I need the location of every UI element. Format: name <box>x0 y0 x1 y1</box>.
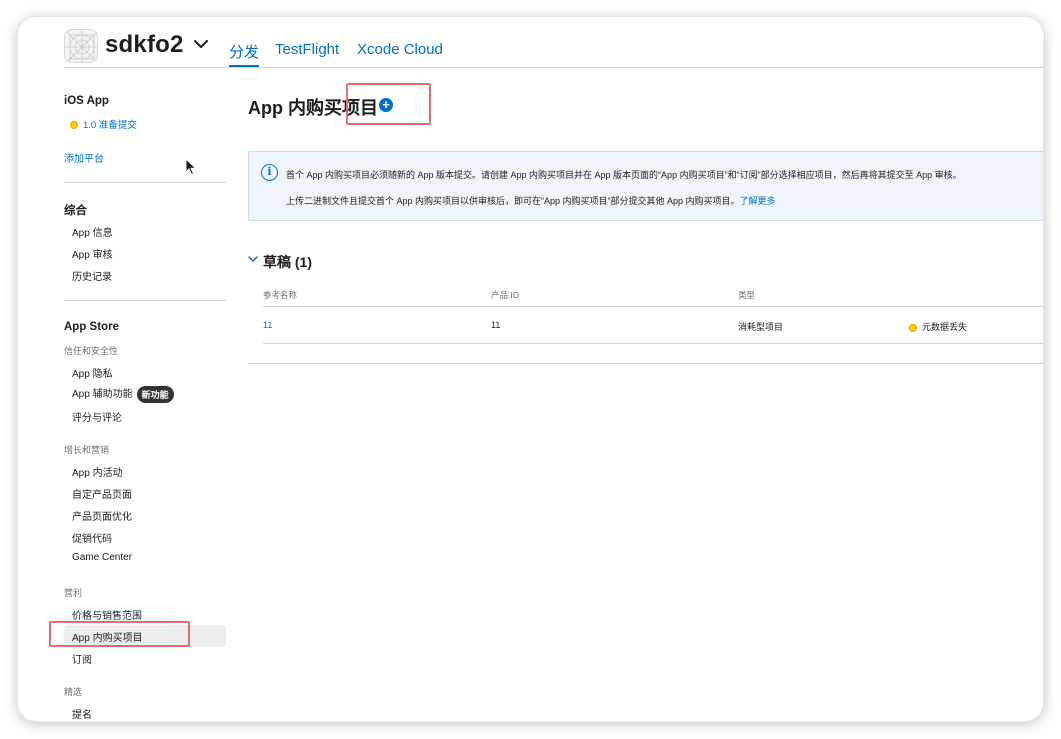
sidebar-section-app-store: App Store <box>64 321 119 333</box>
table-header-divider <box>263 306 1043 307</box>
info-banner: i 首个 App 内购买项目必须随新的 App 版本提交。请创建 App 内购买… <box>248 151 1043 221</box>
chevron-down-icon[interactable] <box>194 39 208 49</box>
sidebar-item-label: App 辅助功能 <box>72 389 133 400</box>
sidebar-group-growth: 增长和营销 <box>64 445 110 455</box>
add-platform-link[interactable]: 添加平台 <box>64 150 104 165</box>
row-reference-name-link[interactable]: 11 <box>263 320 272 330</box>
sidebar-item-app-info[interactable]: App 信息 <box>72 224 113 239</box>
sidebar-group-trust: 信任和安全性 <box>64 346 119 356</box>
sidebar-item-app-privacy[interactable]: App 隐私 <box>72 365 113 380</box>
header-divider <box>64 67 1043 68</box>
sidebar-section-general: 综合 <box>64 205 87 217</box>
row-product-id: 11 <box>491 320 501 330</box>
table-row-divider <box>263 343 1043 344</box>
sidebar-item-ratings-reviews[interactable]: 评分与评论 <box>72 409 122 424</box>
sidebar-item-promo-codes[interactable]: 促销代码 <box>72 530 112 545</box>
sidebar-item-history[interactable]: 历史记录 <box>72 268 112 283</box>
new-feature-badge: 新功能 <box>136 385 174 403</box>
drafts-section-title[interactable]: 草稿 (1) <box>263 252 312 272</box>
app-window: sdkfo2 分发 TestFlight Xcode Cloud iOS App… <box>18 17 1043 721</box>
sidebar-item-accessibility[interactable]: App 辅助功能 新功能 <box>72 385 174 403</box>
sidebar-group-featured: 精选 <box>64 687 83 697</box>
info-icon: i <box>261 164 278 181</box>
sidebar-item-app-review[interactable]: App 审核 <box>72 246 113 261</box>
sidebar-item-nominations[interactable]: 提名 <box>72 706 92 721</box>
chevron-down-icon[interactable] <box>248 255 258 263</box>
sidebar-group-monetization: 营利 <box>64 588 83 598</box>
sidebar-item-in-app-events[interactable]: App 内活动 <box>72 464 123 479</box>
info-text: 上传二进制文件且提交首个 App 内购买项目以供审核后，即可在“App 内购买项… <box>286 196 740 206</box>
sidebar-item-product-page-optimization[interactable]: 产品页面优化 <box>72 508 132 523</box>
sidebar-divider <box>64 182 226 183</box>
version-status-label: 1.0 准备提交 <box>83 120 137 131</box>
learn-more-link[interactable]: 了解更多 <box>740 196 776 206</box>
annotation-highlight-add-button <box>346 83 431 125</box>
status-warning-icon <box>70 121 78 130</box>
tab-testflight[interactable]: TestFlight <box>275 41 339 58</box>
row-type: 消耗型项目 <box>738 322 784 332</box>
mouse-cursor-icon <box>185 158 197 176</box>
app-icon[interactable] <box>64 29 98 63</box>
info-text-line-1: 首个 App 内购买项目必须随新的 App 版本提交。请创建 App 内购买项目… <box>286 170 962 180</box>
sidebar-version-status[interactable]: 1.0 准备提交 <box>70 117 137 131</box>
status-warning-icon <box>909 323 917 332</box>
app-name[interactable]: sdkfo2 <box>105 31 184 59</box>
info-text-line-2: 上传二进制文件且提交首个 App 内购买项目以供审核后，即可在“App 内购买项… <box>286 194 776 207</box>
sidebar-item-custom-product-pages[interactable]: 自定产品页面 <box>72 486 132 501</box>
column-header-reference-name: 参考名称 <box>263 290 298 300</box>
sidebar-item-pricing[interactable]: 价格与销售范围 <box>72 607 142 622</box>
tab-distribution[interactable]: 分发 <box>229 41 259 62</box>
column-header-product-id: 产品 ID <box>491 290 519 300</box>
sidebar-divider <box>64 300 226 301</box>
tab-xcode-cloud[interactable]: Xcode Cloud <box>357 41 443 58</box>
sidebar-item-subscriptions[interactable]: 订阅 <box>72 651 92 666</box>
row-status: 元数据丢失 <box>909 320 967 333</box>
sidebar-platform-title: iOS App <box>64 95 109 107</box>
annotation-highlight-sidebar-item <box>49 621 190 647</box>
column-header-type: 类型 <box>738 290 756 300</box>
row-status-label: 元数据丢失 <box>922 322 968 332</box>
sidebar-item-game-center[interactable]: Game Center <box>72 552 132 563</box>
section-divider <box>248 363 1043 364</box>
